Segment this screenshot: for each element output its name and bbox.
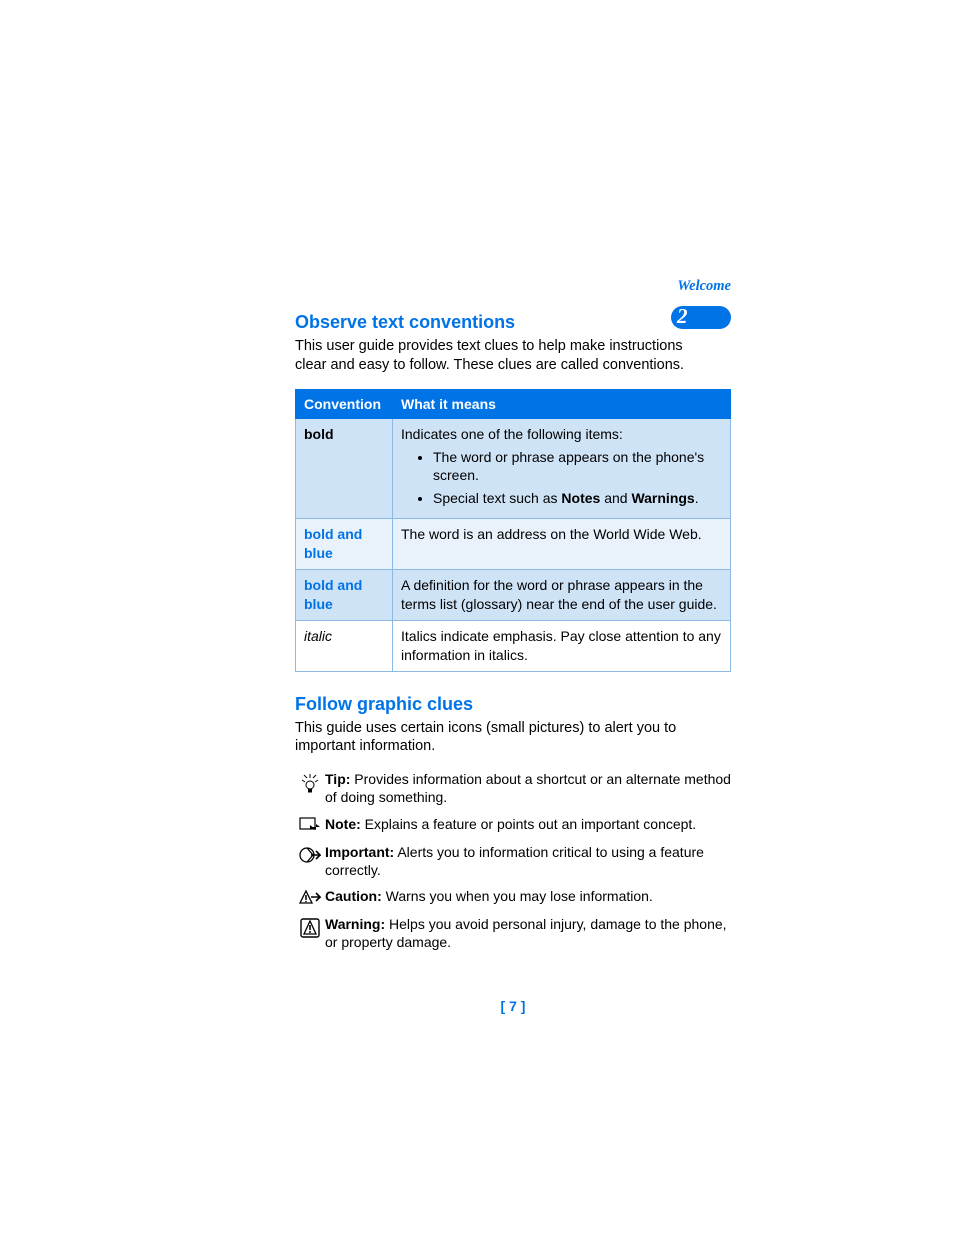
warning-icon (295, 915, 325, 939)
clue-text: Tip: Provides information about a shortc… (325, 770, 731, 806)
convention-label: bold and blue (304, 577, 362, 612)
clue-text: Warning: Helps you avoid personal injury… (325, 915, 731, 951)
note-icon (295, 815, 325, 835)
clue-body: Provides information about a shortcut or… (325, 771, 731, 805)
table-row: italic Italics indicate emphasis. Pay cl… (296, 620, 731, 671)
section-title-graphic-clues: Follow graphic clues (295, 694, 731, 715)
clue-body: Helps you avoid personal injury, damage … (325, 916, 727, 950)
clue-lead: Caution: (325, 888, 382, 904)
page-content: Welcome 2 Observe text conventions This … (295, 280, 731, 959)
cell-bullet: The word or phrase appears on the phone'… (433, 448, 722, 486)
page-number: [ 7 ] (295, 998, 731, 1014)
breadcrumb: Welcome (677, 278, 731, 295)
clue-row: Note: Explains a feature or points out a… (295, 815, 731, 835)
important-icon (295, 843, 325, 865)
convention-meaning: Italics indicate emphasis. Pay close att… (393, 620, 731, 671)
clue-row: Warning: Helps you avoid personal injury… (295, 915, 731, 951)
page-header: Welcome 2 (295, 280, 731, 308)
convention-meaning: Indicates one of the following items: Th… (393, 418, 731, 519)
section-title-conventions: Observe text conventions (295, 312, 731, 333)
clue-body: Warns you when you may lose information. (382, 888, 653, 904)
convention-label: bold and blue (304, 526, 362, 561)
section-intro-conventions: This user guide provides text clues to h… (295, 337, 690, 375)
clue-row: Important: Alerts you to information cri… (295, 843, 731, 879)
cell-bullet-list: The word or phrase appears on the phone'… (401, 448, 722, 509)
table-row: bold and blue The word is an address on … (296, 519, 731, 570)
clue-lead: Tip: (325, 771, 350, 787)
convention-label: italic (304, 628, 332, 644)
table-row: bold Indicates one of the following item… (296, 418, 731, 519)
table-head-convention: Convention (296, 389, 393, 418)
table-head-meaning: What it means (393, 389, 731, 418)
clue-lead: Note: (325, 816, 361, 832)
convention-label: bold (304, 426, 334, 442)
caution-icon (295, 887, 325, 907)
clue-lead: Warning: (325, 916, 385, 932)
clue-body: Explains a feature or points out an impo… (361, 816, 696, 832)
clue-row: Caution: Warns you when you may lose inf… (295, 887, 731, 907)
cell-intro: Indicates one of the following items: (401, 426, 623, 442)
table-row: bold and blue A definition for the word … (296, 570, 731, 621)
clue-text: Important: Alerts you to information cri… (325, 843, 731, 879)
conventions-table: Convention What it means bold Indicates … (295, 389, 731, 672)
convention-meaning: A definition for the word or phrase appe… (393, 570, 731, 621)
convention-meaning: The word is an address on the World Wide… (393, 519, 731, 570)
clue-row: Tip: Provides information about a shortc… (295, 770, 731, 806)
clue-text: Caution: Warns you when you may lose inf… (325, 887, 731, 905)
chapter-badge: 2 (671, 306, 731, 329)
tip-icon (295, 770, 325, 794)
cell-bullet: Special text such as Notes and Warnings. (433, 489, 722, 508)
clue-lead: Important: (325, 844, 394, 860)
chapter-number: 2 (677, 304, 688, 329)
section-intro-graphic-clues: This guide uses certain icons (small pic… (295, 719, 690, 757)
clue-text: Note: Explains a feature or points out a… (325, 815, 731, 833)
